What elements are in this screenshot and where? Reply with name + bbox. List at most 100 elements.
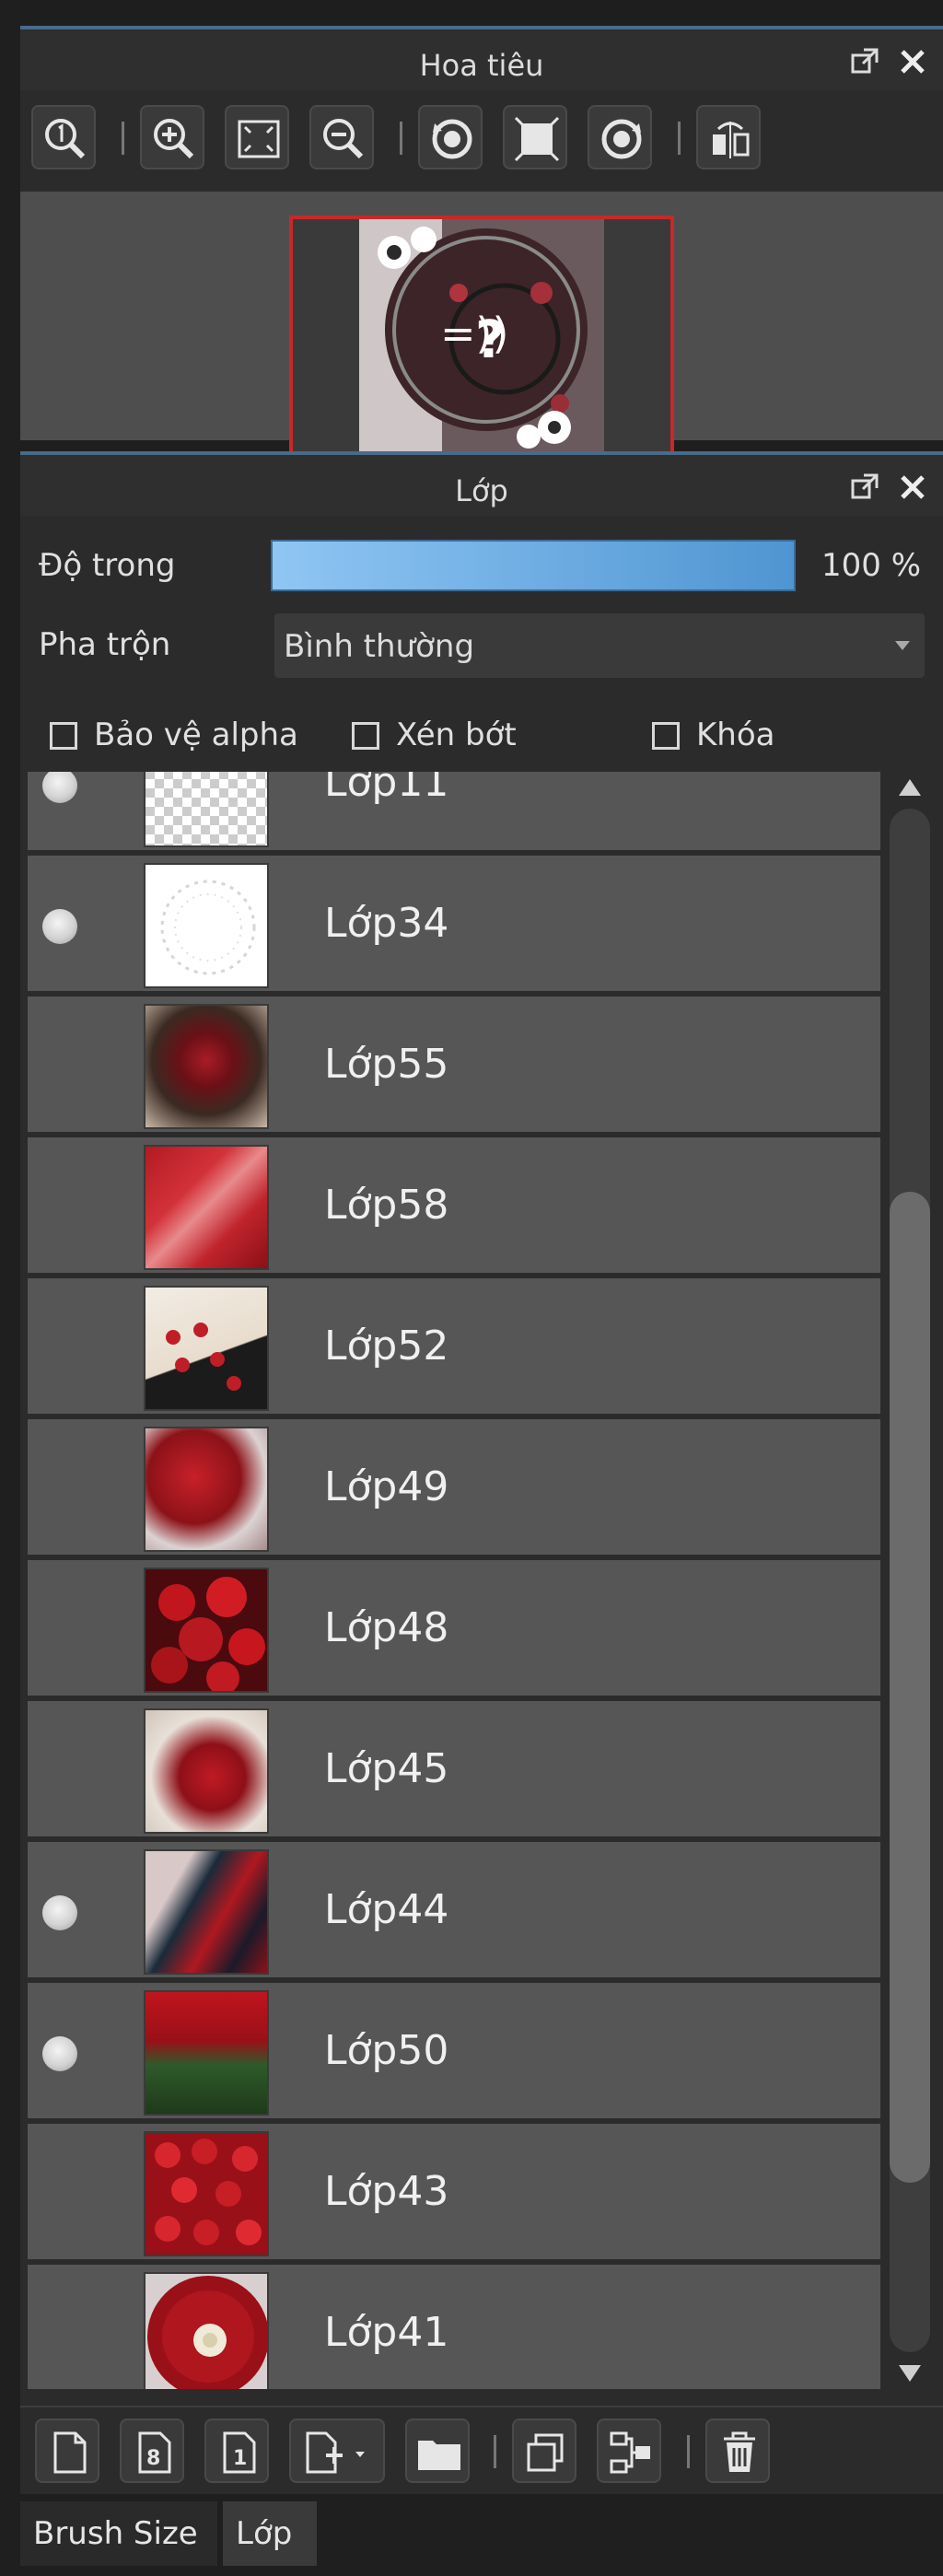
- fit-screen-button[interactable]: [225, 105, 289, 169]
- navigator-preview-area[interactable]: ? =)): [20, 192, 943, 459]
- clipping-label: Xén bớt: [396, 717, 517, 753]
- zoom-out-icon: [323, 119, 364, 159]
- scroll-down-arrow-icon[interactable]: [899, 2365, 921, 2382]
- layer-thumbnail: [144, 1990, 269, 2116]
- layer-thumbnail: [144, 772, 269, 847]
- clipping-checkbox[interactable]: Xén bớt: [352, 717, 554, 753]
- layer-row[interactable]: Lớp34: [28, 856, 880, 994]
- left-edge-strip: [0, 0, 20, 2576]
- duplicate-layer-icon: [527, 2433, 564, 2472]
- layer-name: Lớp41: [324, 2309, 449, 2356]
- rotate-right-button[interactable]: [588, 105, 652, 169]
- protect-alpha-checkbox[interactable]: Bảo vệ alpha: [50, 717, 326, 753]
- toolbar-separator: [687, 2435, 690, 2468]
- add-layer-dropdown-button[interactable]: [289, 2419, 385, 2483]
- scrollbar-thumb[interactable]: [890, 1192, 930, 2183]
- new-1bit-layer-button[interactable]: 1: [204, 2419, 269, 2483]
- scroll-up-arrow-icon[interactable]: [899, 779, 921, 796]
- visibility-dot-icon[interactable]: [42, 2036, 77, 2071]
- zoom-actual-button[interactable]: [31, 105, 96, 169]
- toolbar-separator: [678, 122, 681, 155]
- layer-list-scrollbar[interactable]: [886, 772, 934, 2389]
- layer-row[interactable]: Lớp48: [28, 1560, 880, 1698]
- layer-thumbnail: [144, 1708, 269, 1834]
- rotate-left-button[interactable]: [418, 105, 483, 169]
- opacity-slider[interactable]: [271, 540, 796, 591]
- new-8bit-layer-icon: 8: [138, 2431, 171, 2474]
- layer-name: Lớp43: [324, 2168, 449, 2215]
- layer-row[interactable]: Lớp58: [28, 1137, 880, 1276]
- delete-layer-icon: [724, 2431, 755, 2472]
- delete-layer-button[interactable]: [705, 2419, 770, 2483]
- new-layer-icon: [53, 2431, 87, 2474]
- visibility-dot-icon[interactable]: [42, 772, 77, 803]
- merge-down-button[interactable]: [597, 2419, 661, 2483]
- zoom-actual-icon: [45, 119, 86, 159]
- new-folder-icon: [418, 2441, 460, 2470]
- layer-list[interactable]: Lớp11 Lớp34 Lớp55 Lớp58 Lớp52 Lớp49 Lớp4…: [28, 772, 880, 2389]
- layer-actions-toolbar: 8 1: [20, 2406, 943, 2494]
- layer-thumbnail: [144, 1568, 269, 1693]
- layer-row[interactable]: Lớp11: [28, 772, 880, 853]
- opacity-value: 100 %: [821, 547, 922, 584]
- layer-name: Lớp44: [324, 1886, 449, 1933]
- zoom-in-button[interactable]: [140, 105, 204, 169]
- layer-row[interactable]: Lớp49: [28, 1419, 880, 1557]
- checkbox-box[interactable]: [352, 722, 379, 750]
- layer-name: Lớp55: [324, 1041, 449, 1088]
- layer-row[interactable]: Lớp55: [28, 997, 880, 1135]
- navigator-title: Hoa tiêu: [419, 48, 544, 83]
- close-icon[interactable]: [897, 46, 928, 77]
- new-layer-button[interactable]: [35, 2419, 99, 2483]
- blend-mode-select[interactable]: Bình thường: [274, 613, 925, 678]
- lock-label: Khóa: [696, 717, 775, 753]
- layer-name: Lớp50: [324, 2027, 449, 2074]
- layers-panel: Lớp Độ trong 100 % Pha trộn Bình thường …: [20, 451, 943, 2576]
- toolbar-separator: [494, 2435, 496, 2468]
- layer-name: Lớp52: [324, 1323, 449, 1370]
- zoom-out-button[interactable]: [309, 105, 374, 169]
- protect-alpha-label: Bảo vệ alpha: [94, 717, 298, 753]
- layer-row[interactable]: Lớp43: [28, 2124, 880, 2262]
- new-8bit-layer-button[interactable]: 8: [120, 2419, 184, 2483]
- fit-screen-icon: [238, 120, 280, 158]
- fit-window-button[interactable]: [503, 105, 567, 169]
- svg-text:1: 1: [233, 2447, 247, 2470]
- layer-thumbnail: [144, 2272, 269, 2389]
- blend-mode-value: Bình thường: [284, 628, 475, 665]
- layer-name: Lớp48: [324, 1604, 449, 1651]
- toolbar-separator: [122, 122, 124, 155]
- undock-icon[interactable]: [849, 46, 880, 77]
- add-layer-dropdown-icon: [306, 2431, 365, 2474]
- rotate-right-icon: [601, 119, 642, 159]
- checkbox-box[interactable]: [50, 722, 77, 750]
- layer-name: Lớp58: [324, 1182, 449, 1229]
- undock-icon[interactable]: [849, 472, 880, 503]
- layer-row[interactable]: Lớp52: [28, 1278, 880, 1416]
- layer-row[interactable]: Lớp45: [28, 1701, 880, 1839]
- layer-row[interactable]: Lớp44: [28, 1842, 880, 1980]
- svg-text:8: 8: [146, 2447, 160, 2470]
- layer-row[interactable]: Lớp41: [28, 2265, 880, 2389]
- opacity-label: Độ trong: [39, 547, 176, 584]
- panel-tabs: Brush Size Lớp: [20, 2494, 943, 2576]
- fit-window-icon: [514, 116, 560, 162]
- navigator-preview-frame[interactable]: ? =)): [289, 216, 674, 459]
- flip-horizontal-button[interactable]: [696, 105, 761, 169]
- layer-thumbnail: [144, 863, 269, 988]
- layer-row[interactable]: Lớp50: [28, 1983, 880, 2121]
- checkbox-box[interactable]: [652, 722, 680, 750]
- tab-brush-size[interactable]: Brush Size: [20, 2501, 217, 2566]
- layer-thumbnail: [144, 1145, 269, 1270]
- duplicate-layer-button[interactable]: [512, 2419, 576, 2483]
- layer-thumbnail: [144, 1849, 269, 1975]
- close-icon[interactable]: [897, 472, 928, 503]
- visibility-dot-icon[interactable]: [42, 1895, 77, 1930]
- canvas-preview-image: ? =)): [293, 219, 670, 455]
- layer-name: Lớp11: [324, 772, 449, 806]
- scrollbar-groove[interactable]: [890, 809, 930, 2352]
- visibility-dot-icon[interactable]: [42, 909, 77, 944]
- tab-layer[interactable]: Lớp: [223, 2501, 317, 2566]
- lock-checkbox[interactable]: Khóa: [652, 717, 799, 753]
- new-folder-button[interactable]: [405, 2419, 470, 2483]
